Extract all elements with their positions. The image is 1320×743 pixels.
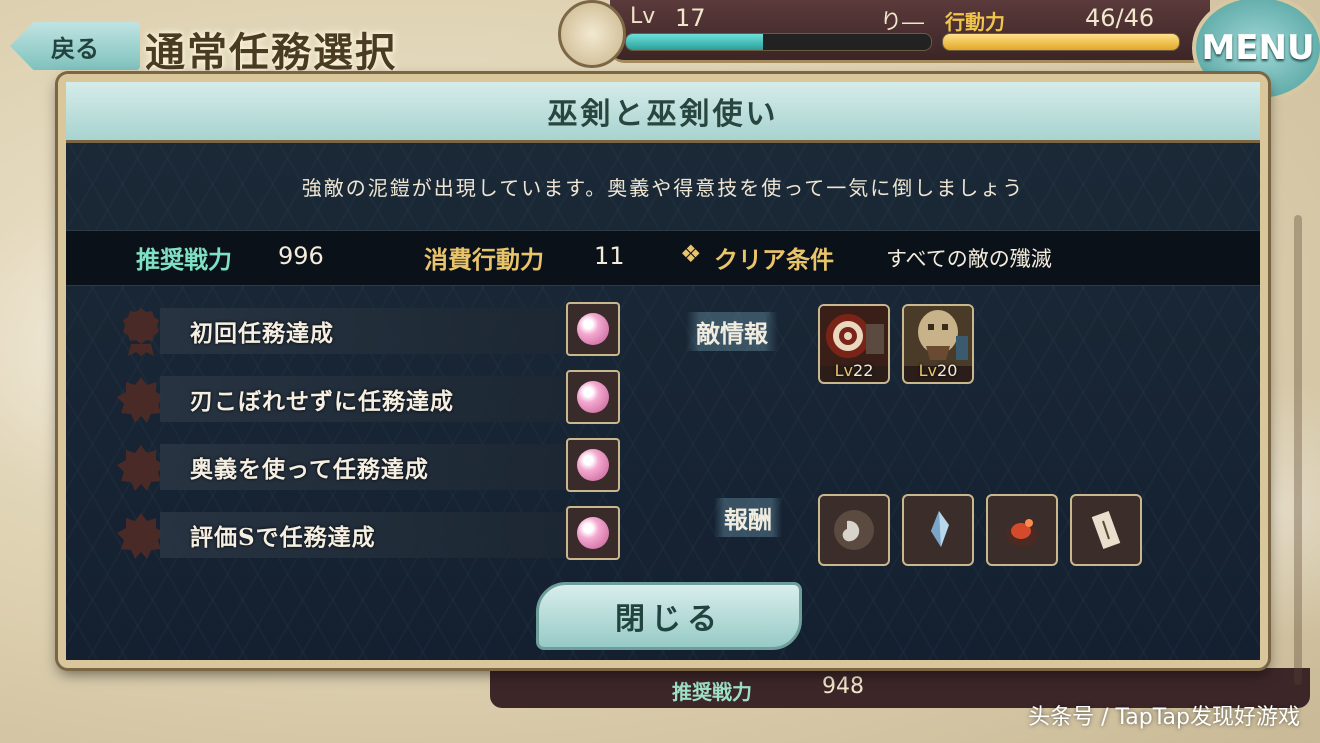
- mission-item: 評価Sで任務達成: [116, 506, 620, 564]
- reward-slot[interactable]: [1070, 494, 1142, 566]
- mission-detail-dialog: 巫剣と巫剣使い 強敵の泥鎧が出現しています。奥義や得意技を使って一気に倒しましょ…: [58, 74, 1268, 668]
- mission-reward-slot[interactable]: [566, 438, 620, 492]
- screen-title: 通常任務選択: [145, 29, 397, 76]
- recommended-power-value: 996: [278, 242, 324, 270]
- reward-slot[interactable]: [818, 494, 890, 566]
- mission-text: 初回任務達成: [190, 320, 334, 347]
- flower-badge-icon: [117, 445, 165, 491]
- watermark: 头条号 / TapTap发现好游戏: [1028, 705, 1300, 730]
- cost-label: 消費行動力: [424, 245, 544, 274]
- magatama-icon: [834, 510, 874, 550]
- reward-label: 報酬: [714, 498, 782, 537]
- reward-slot[interactable]: [902, 494, 974, 566]
- pink-gem-icon: [577, 381, 609, 413]
- enemy-card[interactable]: Lv20: [902, 304, 974, 384]
- pink-gem-icon: [577, 313, 609, 345]
- scroll-icon: [1091, 510, 1121, 550]
- pink-gem-icon: [577, 449, 609, 481]
- ap-bar-fill: [943, 34, 1179, 50]
- background-recommended-power-label: 推奨戦力: [672, 680, 752, 704]
- mission-text: 刃こぼれせずに任務達成: [190, 388, 454, 415]
- enemy-level: Lv22: [834, 361, 874, 380]
- mission-reward-slot[interactable]: [566, 506, 620, 560]
- clear-condition-label: クリア条件: [714, 245, 834, 274]
- masked-enemy-icon: [904, 306, 972, 366]
- recommended-power-label: 推奨戦力: [136, 245, 232, 274]
- enemy-card[interactable]: Lv22: [818, 304, 890, 384]
- enemy-level: Lv20: [918, 361, 958, 380]
- clear-condition-value: すべての敵の殲滅: [886, 247, 1052, 271]
- pink-gem-icon: [577, 517, 609, 549]
- ore-icon: [1006, 519, 1038, 547]
- ap-value: 46/46: [1085, 4, 1155, 32]
- background-recommended-power-value: 948: [822, 674, 864, 699]
- mission-item: 刃こぼれせずに任務達成: [116, 370, 620, 428]
- level-label: Lv: [630, 4, 656, 29]
- mission-reward-slot[interactable]: [566, 302, 620, 356]
- level-value: 17: [675, 4, 706, 32]
- armored-enemy-icon: [820, 306, 888, 366]
- enemy-info-label: 敵情報: [686, 312, 778, 351]
- ap-bar: [942, 33, 1180, 51]
- scrollbar[interactable]: [1294, 215, 1302, 685]
- crystal-shard-icon: [931, 511, 949, 547]
- close-button[interactable]: 閉じる: [536, 582, 802, 650]
- mission-text: 評価Sで任務達成: [190, 524, 376, 551]
- mission-item: 初回任務達成: [116, 302, 620, 360]
- player-name: り―: [880, 10, 925, 35]
- mission-item: 奥義を使って任務達成: [116, 438, 620, 496]
- crest-icon: [558, 0, 626, 68]
- dialog-title: 巫剣と巫剣使い: [66, 82, 1260, 143]
- mission-info-band: [66, 230, 1260, 286]
- back-button[interactable]: 戻る: [10, 22, 140, 70]
- flower-badge-icon: [117, 377, 165, 423]
- diamond-icon: ❖: [680, 240, 702, 268]
- reward-slot[interactable]: [986, 494, 1058, 566]
- medal-ribbon-icon: [123, 308, 159, 356]
- mission-reward-slot[interactable]: [566, 370, 620, 424]
- cost-value: 11: [594, 242, 625, 270]
- exp-bar-fill: [626, 34, 764, 50]
- mission-description: 強敵の泥鎧が出現しています。奥義や得意技を使って一気に倒しましょう: [301, 176, 1025, 200]
- ap-label: 行動力: [945, 10, 1005, 34]
- flower-badge-icon: [117, 513, 165, 559]
- mission-text: 奥義を使って任務達成: [190, 456, 429, 483]
